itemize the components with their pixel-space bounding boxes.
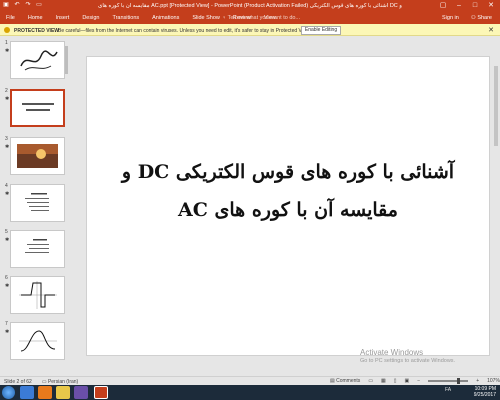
account-area: Sign in ⚇ Share [442, 15, 492, 21]
animation-star-icon: ✱ [5, 237, 10, 243]
minimize-button[interactable]: – [452, 1, 466, 11]
waveform-graphic [19, 330, 57, 352]
protected-view-bar: PROTECTED VIEW Be careful—files from the… [0, 24, 500, 36]
windows-taskbar: FA 10:09 PM 9/25/2017 [0, 385, 500, 400]
warning-shield-icon [4, 27, 10, 33]
photo-graphic [17, 144, 58, 168]
slide-title-line-1: آشنائی با کوره های قوس الکتریکی DC و [121, 161, 455, 183]
current-slide[interactable]: آشنائی با کوره های قوس الکتریکی DC و مقا… [86, 56, 490, 356]
calligraphy-graphic [20, 50, 58, 71]
scrollbar-thumb[interactable] [65, 46, 68, 74]
tell-me-box[interactable]: ♀ Tell me what you want to do... [222, 15, 300, 21]
activation-watermark: Activate Windows Go to PC settings to ac… [360, 348, 455, 364]
slide-title-line-2: مقایسه آن با کوره های AC [178, 199, 398, 221]
slide-number: 5 [5, 229, 8, 235]
slide-sorter-icon[interactable]: ▦ [381, 378, 386, 384]
media-player-icon[interactable] [74, 386, 88, 399]
zoom-in-icon[interactable]: + [476, 378, 479, 384]
slide-number: 1 [5, 40, 8, 46]
watermark-subtitle: Go to PC settings to activate Windows. [360, 358, 456, 364]
window-title: مقایسه آن با کوره های AC.ppt [Protected … [98, 3, 402, 9]
powerpoint-icon[interactable] [94, 386, 108, 399]
thumbnail-image [10, 322, 65, 360]
thumbnail-image [10, 230, 65, 268]
firefox-icon[interactable] [38, 386, 52, 399]
tab-slide-show[interactable]: Slide Show [192, 15, 220, 21]
slide-number: 3 [5, 136, 8, 142]
system-clock[interactable]: 10:09 PM 9/25/2017 [474, 386, 496, 398]
animation-star-icon: ✱ [5, 144, 10, 150]
input-language-indicator[interactable]: FA [445, 387, 451, 393]
slide-number: 4 [5, 183, 8, 189]
waveform-graphic [19, 281, 57, 309]
slideshow-view-icon[interactable]: ▣ [405, 378, 410, 384]
enable-editing-button[interactable]: Enable Editing [301, 25, 341, 35]
text-lines-graphic [25, 239, 49, 253]
start-button[interactable] [2, 386, 15, 399]
normal-view-icon[interactable]: ▭ [368, 378, 373, 384]
share-button[interactable]: ⚇ Share [471, 15, 492, 21]
comments-button[interactable]: ▤ Comments [330, 378, 360, 384]
vertical-scrollbar[interactable] [492, 36, 500, 376]
window-controls: ▢ – □ ✕ [436, 1, 498, 11]
thumbnail-image [10, 89, 65, 127]
slide-thumbnail-2[interactable]: 2 ✱ [0, 88, 70, 132]
status-bar: Slide 2 of 62 ▭ Persian (Iran) ▤ Comment… [0, 376, 500, 385]
slide-thumbnail-1[interactable]: 1 ✱ [0, 40, 70, 84]
text-lines-graphic [25, 193, 49, 211]
tab-home[interactable]: Home [28, 15, 43, 21]
zoom-out-icon[interactable]: − [417, 378, 420, 384]
slide-thumbnail-pane: 1 ✱ 2 ✱ 3 ✱ 4 ✱ 5 ✱ 6 ✱ 7 ✱ [0, 36, 70, 376]
watermark-title: Activate Windows [360, 348, 424, 357]
zoom-slider-knob[interactable] [457, 378, 461, 384]
slide-thumbnail-7[interactable]: 7 ✱ [0, 321, 70, 365]
slide-thumbnail-4[interactable]: 4 ✱ [0, 183, 70, 227]
animation-star-icon: ✱ [5, 329, 10, 335]
thumbnail-image [10, 184, 65, 222]
tab-file[interactable]: File [6, 15, 15, 21]
zoom-level[interactable]: 107% [487, 378, 500, 384]
close-button[interactable]: ✕ [484, 1, 498, 11]
tab-animations[interactable]: Animations [152, 15, 179, 21]
close-icon[interactable]: ✕ [488, 26, 494, 34]
tab-transitions[interactable]: Transitions [112, 15, 139, 21]
thumbnail-image [10, 41, 65, 79]
slide-thumbnail-5[interactable]: 5 ✱ [0, 229, 70, 273]
thumbnail-image [10, 137, 65, 175]
slide-number: 2 [5, 88, 8, 94]
thumbnail-scrollbar[interactable] [64, 36, 69, 376]
slide-number: 7 [5, 321, 8, 327]
scrollbar-thumb[interactable] [494, 66, 498, 146]
title-bar: ▣ ↶ ↷ ▭ مقایسه آن با کوره های AC.ppt [Pr… [0, 0, 500, 12]
clock-date: 9/25/2017 [473, 392, 496, 398]
protected-view-message: Be careful—files from the Internet can c… [58, 27, 311, 34]
animation-star-icon: ✱ [5, 283, 10, 289]
share-label: Share [477, 15, 492, 21]
slide-number: 6 [5, 275, 8, 281]
sign-in-link[interactable]: Sign in [442, 15, 459, 21]
text-lines-graphic [22, 103, 54, 111]
reading-view-icon[interactable]: ▯ [394, 378, 397, 384]
slide-thumbnail-3[interactable]: 3 ✱ [0, 136, 70, 180]
zoom-slider[interactable] [428, 378, 469, 384]
thumbnail-image [10, 276, 65, 314]
maximize-button[interactable]: □ [468, 1, 482, 11]
animation-star-icon: ✱ [5, 191, 10, 197]
comments-label: Comments [336, 378, 361, 384]
tab-design[interactable]: Design [82, 15, 99, 21]
file-explorer-icon[interactable] [56, 386, 70, 399]
protected-view-label: PROTECTED VIEW [14, 27, 60, 34]
tab-insert[interactable]: Insert [56, 15, 70, 21]
internet-explorer-icon[interactable] [20, 386, 34, 399]
ribbon: File Home Insert Design Transitions Anim… [0, 12, 500, 24]
ribbon-display-icon[interactable]: ▢ [436, 1, 450, 11]
animation-star-icon: ✱ [5, 48, 10, 54]
slide-thumbnail-6[interactable]: 6 ✱ [0, 275, 70, 319]
animation-star-icon: ✱ [5, 96, 10, 102]
tell-me-text: Tell me what you want to do... [227, 15, 301, 21]
slide-editing-area: آشنائی با کوره های قوس الکتریکی DC و مقا… [70, 36, 500, 376]
